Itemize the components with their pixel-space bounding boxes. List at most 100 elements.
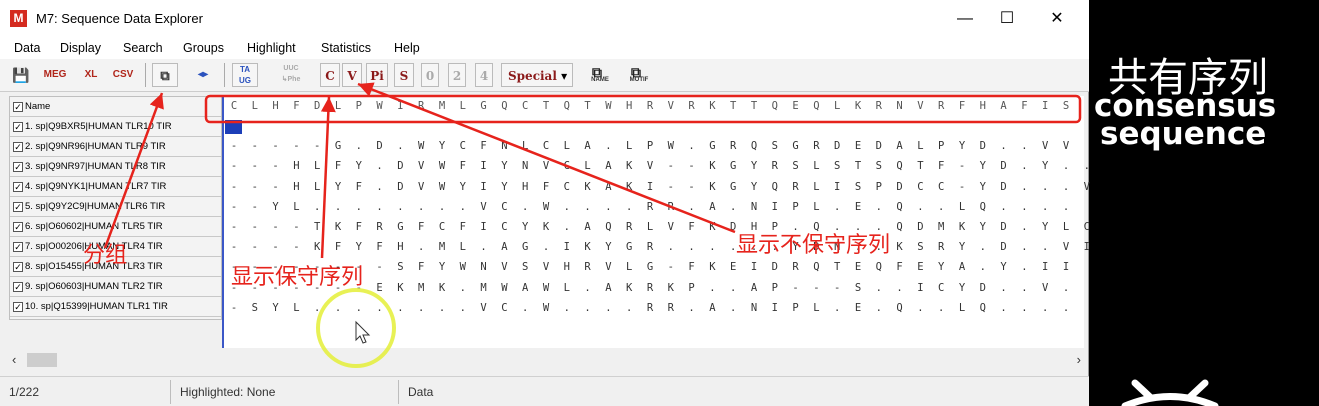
menu-groups[interactable]: Groups xyxy=(183,41,224,55)
residue-cell[interactable]: R xyxy=(806,136,826,156)
residue-cell[interactable]: Y xyxy=(266,197,286,217)
residue-cell[interactable]: . xyxy=(682,298,702,318)
residue-cell[interactable]: . xyxy=(910,197,930,217)
residue-cell[interactable]: L xyxy=(952,298,972,318)
residue-cell[interactable]: V xyxy=(474,298,494,318)
residue-cell[interactable]: E xyxy=(723,257,743,277)
residue-cell[interactable]: K xyxy=(432,278,452,298)
residue-cell[interactable]: Q xyxy=(598,217,618,237)
sequence-row[interactable]: --YL........VC.W....RR.A.NIPL.E.Q..LQ...… xyxy=(224,197,1086,217)
residue-cell[interactable]: - xyxy=(286,237,306,257)
residue-cell[interactable]: E xyxy=(370,278,390,298)
residue-cell[interactable]: F xyxy=(682,257,702,277)
residue-cell[interactable]: . xyxy=(453,197,473,217)
residue-cell[interactable]: S xyxy=(827,156,847,176)
residue-cell[interactable]: Y xyxy=(952,278,972,298)
residue-cell[interactable]: G xyxy=(723,177,743,197)
residue-cell[interactable]: - xyxy=(266,177,286,197)
residue-cell[interactable]: D xyxy=(370,136,390,156)
residue-cell[interactable]: L xyxy=(557,136,577,156)
residue-cell[interactable]: N xyxy=(474,257,494,277)
residue-cell[interactable]: . xyxy=(390,136,410,156)
residue-cell[interactable]: K xyxy=(578,237,598,257)
residue-cell[interactable]: . xyxy=(578,298,598,318)
residue-cell[interactable]: W xyxy=(432,156,452,176)
residue-cell[interactable]: . xyxy=(994,197,1014,217)
select-all-checkbox[interactable]: ✓ xyxy=(13,102,23,112)
residue-cell[interactable]: E xyxy=(848,298,868,318)
residue-cell[interactable]: D xyxy=(869,136,889,156)
residue-cell[interactable]: R xyxy=(619,217,639,237)
residue-cell[interactable]: Y xyxy=(494,177,514,197)
residue-cell[interactable]: I xyxy=(910,278,930,298)
residue-cell[interactable]: Y xyxy=(453,177,473,197)
residue-cell[interactable]: I xyxy=(765,298,785,318)
residue-cell[interactable]: Y xyxy=(598,237,618,257)
export-csv-button[interactable]: CSV xyxy=(110,63,136,87)
residue-cell[interactable]: Y xyxy=(328,177,348,197)
residue-cell[interactable]: N xyxy=(494,136,514,156)
sequence-row[interactable]: ----TKFRGFCFICYK.AQRLVFKDHP.Q...QDMKYD.Y… xyxy=(224,217,1090,237)
menu-display[interactable]: Display xyxy=(60,41,101,55)
residue-cell[interactable]: S xyxy=(869,156,889,176)
residue-cell[interactable]: S xyxy=(245,298,265,318)
residue-cell[interactable]: - xyxy=(266,217,286,237)
residue-cell[interactable]: K xyxy=(619,278,639,298)
residue-cell[interactable]: - xyxy=(952,177,972,197)
residue-cell[interactable]: S xyxy=(390,257,410,277)
residue-cell[interactable]: . xyxy=(994,278,1014,298)
residue-cell[interactable]: . xyxy=(515,197,535,217)
residue-cell[interactable]: L xyxy=(806,197,826,217)
residue-cell[interactable]: . xyxy=(869,278,889,298)
sequence-row[interactable]: ---HLYF.DVWYIYHFCKAKI--KGYQRLISPDCC-YD..… xyxy=(224,177,1090,197)
residue-cell[interactable]: D xyxy=(994,177,1014,197)
residue-cell[interactable]: . xyxy=(370,197,390,217)
residue-cell[interactable]: L xyxy=(453,237,473,257)
residue-cell[interactable]: C xyxy=(494,298,514,318)
residue-cell[interactable]: R xyxy=(723,136,743,156)
residue-cell[interactable]: V xyxy=(474,197,494,217)
residue-cell[interactable]: K xyxy=(702,217,722,237)
export-mega-button[interactable]: MEG xyxy=(42,63,68,87)
residue-cell[interactable]: . xyxy=(1056,298,1076,318)
residue-cell[interactable]: H xyxy=(515,177,535,197)
residue-cell[interactable]: . xyxy=(453,298,473,318)
residue-cell[interactable]: F xyxy=(536,177,556,197)
highlight-singleton-button[interactable]: S xyxy=(394,63,414,87)
residue-cell[interactable]: . xyxy=(682,237,702,257)
menu-data[interactable]: Data xyxy=(14,41,40,55)
residue-cell[interactable]: - xyxy=(224,197,244,217)
residue-cell[interactable]: L xyxy=(1056,217,1076,237)
minimize-button[interactable]: — xyxy=(954,8,976,30)
sequence-name-row[interactable]: ✓ 6. sp|O60602|HUMAN TLR5 TIR xyxy=(10,217,221,237)
residue-cell[interactable]: C xyxy=(931,177,951,197)
residue-cell[interactable]: . xyxy=(328,298,348,318)
sequence-checkbox[interactable]: ✓ xyxy=(13,182,23,192)
residue-cell[interactable]: - xyxy=(370,257,390,277)
residue-cell[interactable]: A xyxy=(702,298,722,318)
residue-cell[interactable]: . xyxy=(390,197,410,217)
residue-cell[interactable]: L xyxy=(640,217,660,237)
sequence-checkbox[interactable]: ✓ xyxy=(13,222,23,232)
residue-cell[interactable]: W xyxy=(411,136,431,156)
residue-cell[interactable]: T xyxy=(827,257,847,277)
residue-cell[interactable]: . xyxy=(557,217,577,237)
residue-cell[interactable]: K xyxy=(702,156,722,176)
residue-cell[interactable]: . xyxy=(1014,197,1034,217)
residue-cell[interactable]: . xyxy=(682,136,702,156)
residue-cell[interactable]: P xyxy=(682,278,702,298)
residue-cell[interactable]: E xyxy=(848,136,868,156)
residue-cell[interactable]: D xyxy=(994,156,1014,176)
sequence-grid[interactable]: CLHFDLPWIRMLGQCTQTWHRVRKTTQEQLKRNVRFHAFI… xyxy=(222,96,1090,348)
residue-cell[interactable]: N xyxy=(744,197,764,217)
residue-cell[interactable]: . xyxy=(1056,177,1076,197)
residue-cell[interactable]: - xyxy=(224,177,244,197)
residue-cell[interactable]: C xyxy=(494,217,514,237)
residue-cell[interactable]: - xyxy=(952,156,972,176)
residue-cell[interactable]: A xyxy=(578,217,598,237)
residue-cell[interactable]: Y xyxy=(349,156,369,176)
residue-cell[interactable]: P xyxy=(640,136,660,156)
residue-cell[interactable]: L xyxy=(619,257,639,277)
residue-cell[interactable]: L xyxy=(557,278,577,298)
residue-cell[interactable]: . xyxy=(536,237,556,257)
